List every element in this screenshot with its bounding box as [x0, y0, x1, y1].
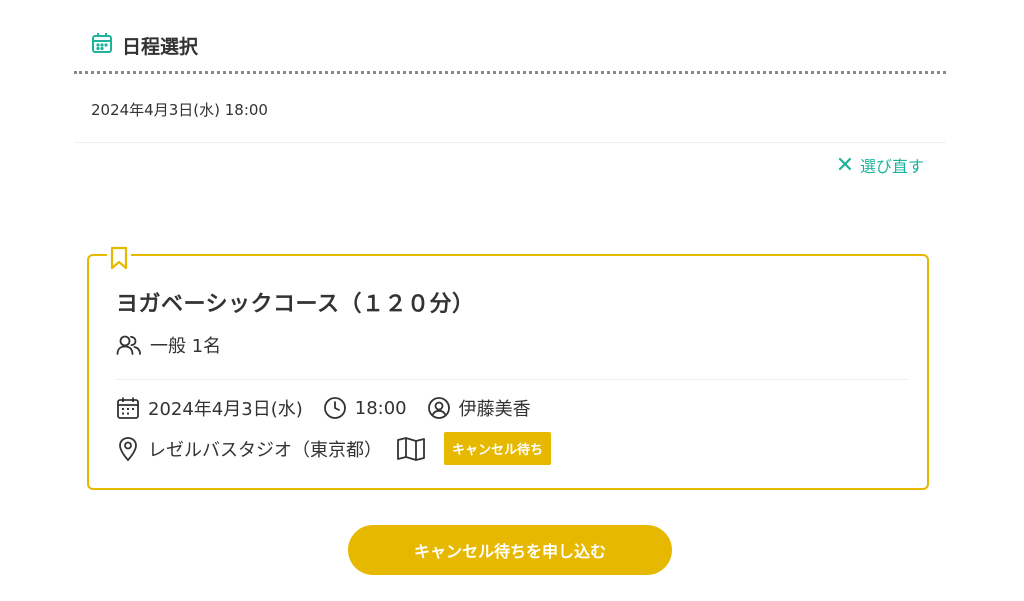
calendar-icon — [116, 396, 140, 420]
location-meta-row: レゼルバスタジオ（東京都） キャンセル待ち — [116, 432, 552, 465]
user-circle-icon — [427, 396, 451, 420]
close-icon — [838, 156, 852, 175]
bookmark-icon — [107, 246, 131, 274]
section-divider — [74, 71, 946, 74]
schedule-section-header: 日程選択 — [90, 31, 198, 59]
users-icon — [116, 334, 142, 356]
card-divider — [116, 379, 908, 380]
studio-name: レゼルバスタジオ（東京都） — [148, 439, 382, 461]
reselect-label: 選び直す — [860, 157, 925, 176]
reselect-link[interactable]: 選び直す — [838, 153, 924, 177]
selected-datetime: 2024年4月3日(水) 18:00 — [91, 101, 268, 119]
participants-text: 一般 1名 — [150, 336, 222, 357]
calendar-icon — [90, 31, 114, 59]
map-icon[interactable] — [396, 436, 426, 462]
clock-icon — [323, 396, 347, 420]
course-date: 2024年4月3日(水) — [148, 399, 303, 420]
schedule-meta-row: 2024年4月3日(水) 18:00 伊藤美香 — [116, 395, 531, 421]
course-title: ヨガベーシックコース（１２０分） — [116, 292, 475, 317]
divider — [74, 142, 946, 143]
map-pin-icon — [116, 436, 140, 462]
section-title: 日程選択 — [122, 35, 199, 58]
course-time: 18:00 — [354, 397, 407, 419]
course-card: ヨガベーシックコース（１２０分） 一般 1名 2024年4月3日(水) 18:0… — [87, 246, 929, 490]
participants-row: 一般 1名 — [116, 332, 221, 358]
apply-waitlist-button[interactable]: キャンセル待ちを申し込む — [348, 525, 672, 575]
instructor-name: 伊藤美香 — [458, 399, 531, 420]
status-badge: キャンセル待ち — [444, 432, 552, 465]
